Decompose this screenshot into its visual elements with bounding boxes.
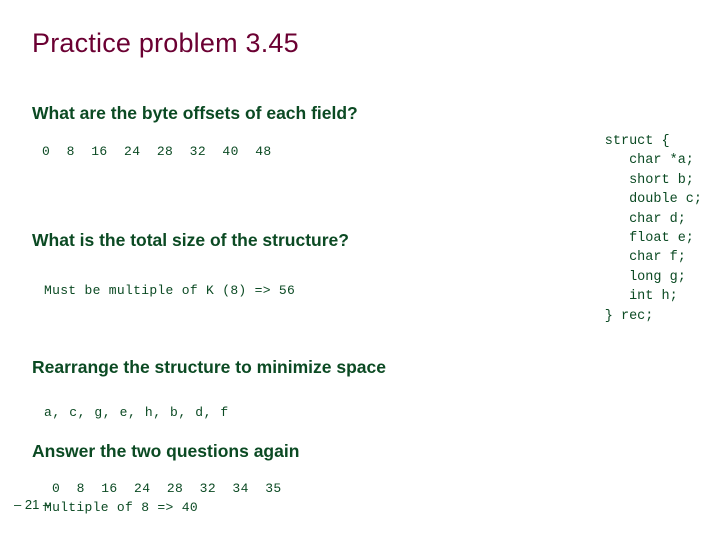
struct-code-listing: struct { char *a; short b; double c; cha… — [604, 134, 702, 324]
heading-total-size: What is the total size of the structure? — [32, 230, 349, 250]
heading-rearrange: Rearrange the structure to minimize spac… — [32, 357, 386, 377]
byte-offsets-values: 0 8 16 24 28 32 40 48 — [42, 144, 272, 159]
total-size-answer: Must be multiple of K (8) => 56 — [44, 283, 296, 298]
slide: Practice problem 3.45 What are the byte … — [0, 0, 720, 540]
heading-byte-offsets: What are the byte offsets of each field? — [32, 103, 358, 123]
rearrange-answer: a, c, g, e, h, b, d, f — [44, 405, 229, 420]
again-byte-offsets-values: 0 8 16 24 28 32 34 35 — [52, 481, 282, 496]
heading-answer-again: Answer the two questions again — [32, 441, 300, 461]
again-total-size-answer: Multiple of 8 => 40 — [44, 500, 198, 515]
page-number: – 21 – — [14, 497, 51, 512]
slide-title: Practice problem 3.45 — [32, 28, 299, 58]
